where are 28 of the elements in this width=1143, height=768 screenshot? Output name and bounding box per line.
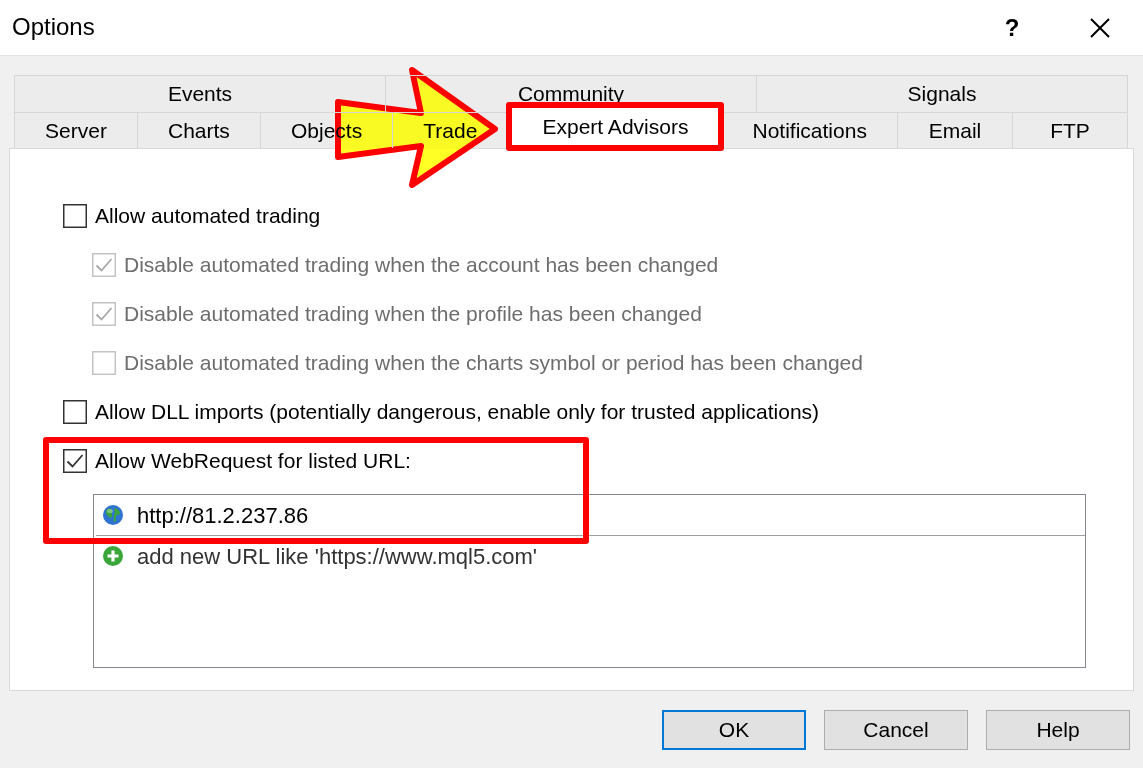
url-list[interactable]: http://81.2.237.86 add new URL like 'https://www.mql5.com': [93, 494, 1086, 668]
tab[interactable]: Notifications: [721, 112, 898, 148]
dialog-button[interactable]: Cancel: [824, 710, 968, 750]
tab[interactable]: Events: [14, 75, 386, 112]
checkbox[interactable]: [63, 203, 87, 228]
globe-icon: [103, 505, 123, 525]
checkbox-label: Disable automated trading when the charts symbol or period has been changed: [124, 349, 863, 376]
checkbox-label: Disable automated trading when the profile has been changed: [124, 300, 702, 327]
checkbox-label: Allow WebRequest for listed URL:: [95, 447, 411, 474]
tab[interactable]: Signals: [756, 75, 1128, 112]
tab[interactable]: Expert Advisors: [506, 102, 725, 151]
tab[interactable]: Email: [896, 112, 1013, 148]
checkbox-label: Disable automated trading when the account has been changed: [124, 251, 719, 278]
add-url-item[interactable]: add new URL like 'https://www.mql5.com': [94, 536, 1085, 576]
help-button[interactable]: ?: [967, 0, 1057, 55]
tab[interactable]: Charts: [136, 112, 261, 148]
tab[interactable]: FTP: [1011, 112, 1128, 148]
checkbox-label: Allow DLL imports (potentially dangerous, enable only for trusted applications): [95, 398, 820, 425]
plus-icon: [103, 546, 123, 566]
url-list-item[interactable]: http://81.2.237.86: [96, 495, 1085, 536]
checkbox[interactable]: [63, 399, 87, 424]
window-title: Options: [11, 13, 96, 42]
checkbox[interactable]: [63, 448, 87, 473]
tab[interactable]: Server: [14, 112, 138, 148]
dialog-button[interactable]: Help: [986, 710, 1130, 750]
checkbox-label: Allow automated trading: [95, 202, 321, 229]
dialog-button[interactable]: OK: [662, 710, 806, 750]
close-icon: [1090, 17, 1110, 38]
